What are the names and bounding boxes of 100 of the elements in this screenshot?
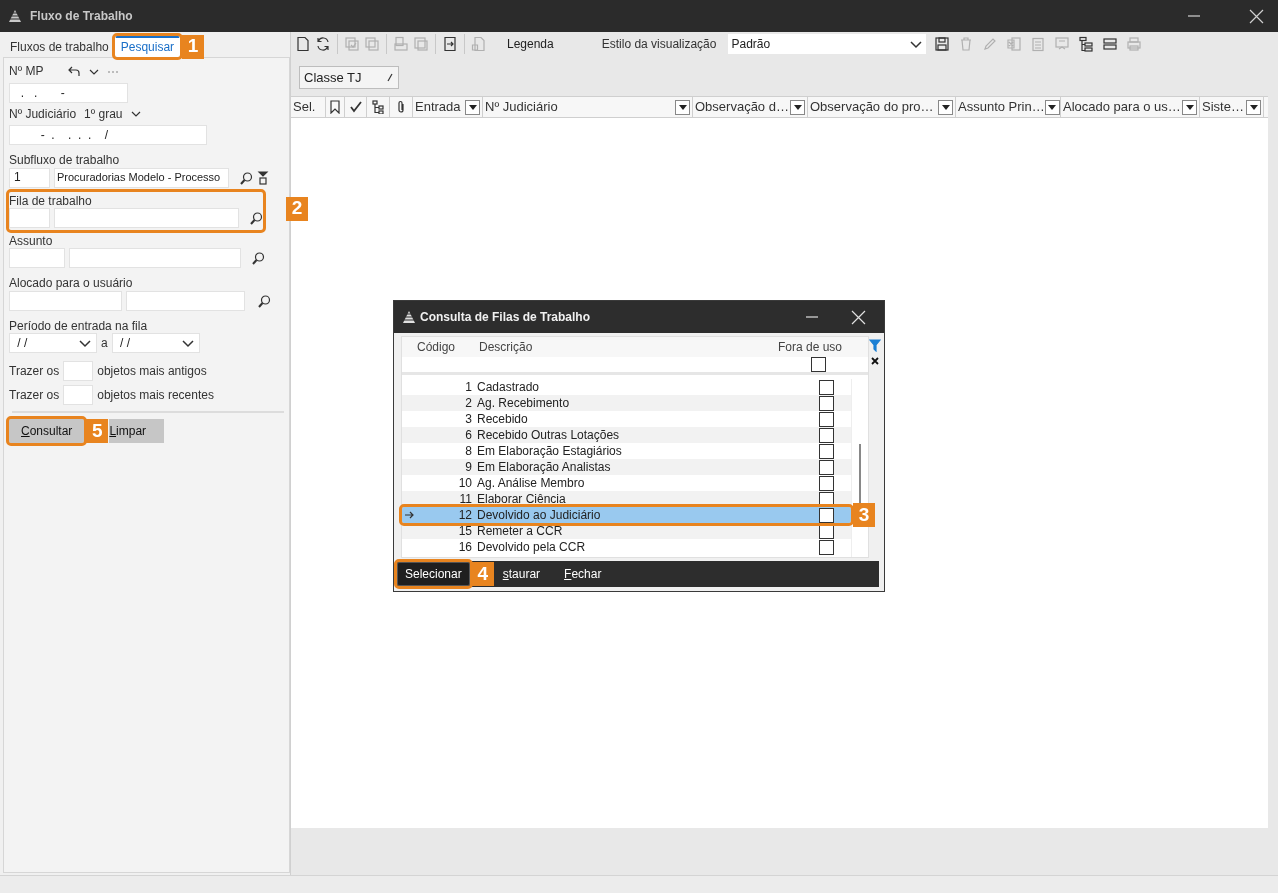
input-field[interactable] — [53, 207, 239, 228]
sort-icon — [386, 73, 394, 82]
close-icon[interactable] — [851, 309, 866, 325]
field-label: Fila de trabalho — [9, 193, 93, 208]
input-field[interactable] — [69, 248, 241, 269]
document-icon[interactable] — [295, 36, 311, 52]
select-button[interactable]: Selecionar — [397, 562, 470, 586]
field-label: objetos mais antigos — [97, 363, 207, 379]
input-field[interactable] — [9, 248, 65, 269]
caret-icon — [1047, 103, 1058, 111]
column-header[interactable]: Sel. — [291, 97, 326, 117]
query-button[interactable]: Consultar — [9, 419, 85, 444]
list-row[interactable]: 9 Em Elaboração Analistas — [402, 459, 851, 475]
field-label: Nº Judiciário — [9, 106, 77, 122]
list-row[interactable]: 10 Ag. Análise Membro — [402, 475, 851, 491]
date-select[interactable]: / / — [9, 333, 97, 354]
tree-icon[interactable] — [1078, 36, 1095, 52]
filter-dropdown-button[interactable] — [675, 99, 690, 115]
check-icon[interactable] — [348, 100, 363, 114]
column-header[interactable]: Nº Judiciário — [483, 97, 693, 117]
checkbox[interactable] — [818, 459, 834, 475]
search-icon[interactable] — [257, 293, 271, 308]
list-row[interactable]: 12 Devolvido ao Judiciário — [402, 507, 851, 523]
refresh-icon[interactable] — [315, 36, 331, 52]
triangle-box-icon[interactable] — [257, 170, 269, 185]
chevron-icon[interactable] — [130, 109, 141, 118]
search-icon[interactable] — [249, 210, 263, 225]
list-row[interactable]: 1 Cadastrado — [402, 379, 851, 395]
field-label: Nº MP — [9, 64, 44, 79]
legend-link[interactable]: Legenda — [507, 36, 554, 52]
filter-dropdown-button[interactable] — [790, 99, 805, 115]
chevron-icon — [180, 337, 195, 350]
tab[interactable]: Pesquisar — [114, 36, 181, 58]
input-field[interactable]: - . . . . / — [9, 125, 207, 146]
list-row[interactable]: 3 Recebido — [402, 411, 851, 427]
checkbox[interactable] — [818, 395, 834, 411]
list-row[interactable]: 16 Devolvido pela CCR — [402, 539, 851, 555]
list-row[interactable]: 6 Recebido Outras Lotações — [402, 427, 851, 443]
column-header[interactable]: Entrada — [413, 97, 483, 117]
checkbox[interactable] — [818, 539, 834, 555]
checkbox[interactable] — [818, 475, 834, 491]
input-field[interactable]: . . - — [9, 82, 128, 103]
list-row[interactable]: 2 Ag. Recebimento — [402, 395, 851, 411]
column-header[interactable]: Siste… — [1200, 97, 1264, 117]
input-field[interactable] — [63, 385, 94, 406]
input-field[interactable] — [9, 207, 50, 228]
input-field[interactable] — [126, 290, 245, 311]
filter-dropdown-button[interactable] — [1044, 99, 1060, 115]
list-row[interactable]: 8 Em Elaboração Estagiários — [402, 443, 851, 459]
clear-button[interactable]: Limpar — [109, 419, 165, 444]
save-icon[interactable] — [934, 36, 951, 52]
checkbox[interactable] — [818, 507, 834, 523]
clear-filter-icon[interactable] — [870, 356, 880, 366]
degree-dropdown[interactable]: 1º grau — [84, 106, 123, 122]
chevron-icon[interactable] — [89, 67, 100, 76]
column-header[interactable]: Alocado para o us… — [1061, 97, 1200, 117]
hierarchy-icon[interactable] — [371, 100, 385, 114]
bookmark-icon[interactable] — [328, 100, 342, 114]
column-header[interactable]: Observação d… — [693, 97, 808, 117]
column-header[interactable]: Descrição — [479, 339, 533, 354]
export-icon[interactable] — [442, 36, 458, 52]
field-label: Estilo da visualização — [601, 36, 717, 52]
undo-icon[interactable] — [67, 65, 82, 79]
search-icon[interactable] — [239, 170, 253, 185]
field-label: Assunto — [9, 233, 53, 249]
dialog-button[interactable]: staurar — [495, 562, 548, 586]
field-label: Trazer os — [9, 387, 60, 403]
callout-number: 5 — [86, 419, 109, 444]
input-field[interactable]: Procuradorias Modelo - Processo — [54, 167, 229, 188]
field-label: objetos mais recentes — [97, 387, 214, 403]
checkbox[interactable] — [818, 411, 834, 427]
column-header[interactable]: Fora de uso — [777, 339, 842, 355]
date-select[interactable]: / / — [111, 333, 200, 354]
search-icon[interactable] — [251, 251, 265, 266]
rows-icon[interactable] — [1102, 36, 1119, 52]
dialog-button[interactable]: Fechar — [557, 562, 609, 586]
checkbox[interactable] — [818, 443, 834, 459]
column-header[interactable]: Código — [415, 339, 479, 355]
column-header[interactable]: Observação do pro… — [808, 97, 956, 117]
input-field[interactable]: 1 — [9, 167, 50, 188]
input-field[interactable] — [9, 290, 122, 311]
checkbox[interactable] — [811, 357, 826, 372]
close-icon[interactable] — [1249, 8, 1264, 24]
field-label: Trazer os — [9, 363, 60, 379]
checkbox[interactable] — [818, 379, 834, 395]
filter-dropdown-button[interactable] — [1246, 99, 1261, 115]
logo-icon — [8, 9, 22, 23]
caret-icon — [1248, 103, 1259, 111]
filter-dropdown-button[interactable] — [1182, 99, 1197, 115]
tab[interactable]: Fluxos de trabalho — [4, 37, 115, 58]
field-label: Subfluxo de trabalho — [9, 153, 120, 168]
logo-icon — [402, 310, 416, 324]
view-style-select[interactable]: Padrão — [728, 34, 927, 54]
filter-dropdown-button[interactable] — [938, 99, 953, 115]
checkbox[interactable] — [818, 427, 834, 443]
filter-dropdown-button[interactable] — [465, 99, 480, 115]
column-header[interactable]: Assunto Prin… — [956, 97, 1061, 117]
arrow-icon — [403, 510, 414, 520]
input-field[interactable] — [63, 361, 94, 382]
group-chip[interactable]: Classe TJ — [299, 66, 399, 89]
